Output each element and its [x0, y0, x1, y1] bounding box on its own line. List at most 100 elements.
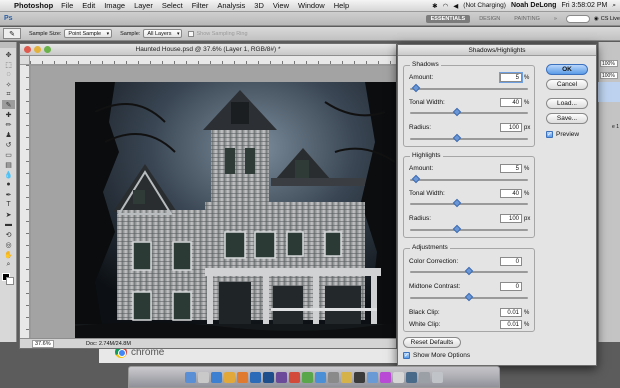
fill-field[interactable]: 100%	[600, 72, 618, 79]
healing-brush-tool-icon[interactable]: ✚	[2, 110, 15, 119]
brush-tool-icon[interactable]: ✏	[2, 120, 15, 129]
path-selection-tool-icon[interactable]: ➤	[2, 210, 15, 219]
white-clip-input[interactable]: 0.01	[500, 320, 522, 329]
shadows-amount-slider[interactable]	[410, 83, 528, 93]
app-menu[interactable]: Photoshop	[14, 1, 53, 10]
downloads-stack-icon[interactable]	[406, 371, 417, 383]
skype-icon[interactable]	[315, 371, 326, 383]
shadows-radius-slider[interactable]	[410, 133, 528, 143]
shadows-tonal-width-thumb[interactable]	[452, 107, 462, 117]
highlights-amount-slider[interactable]	[410, 174, 528, 184]
shape-tool-icon[interactable]: ▬	[2, 220, 15, 229]
highlights-tonal-width-thumb[interactable]	[452, 198, 462, 208]
canvas-area[interactable]	[31, 66, 396, 338]
show-more-options-checkbox[interactable]: ✓	[403, 352, 410, 359]
eyedropper-tool-icon[interactable]: ✎	[2, 100, 15, 109]
highlights-amount-thumb[interactable]	[411, 174, 421, 184]
menu-layer[interactable]: Layer	[134, 1, 153, 10]
dashboard-icon[interactable]	[198, 371, 209, 383]
battery-status[interactable]: (Not Charging)	[463, 2, 506, 9]
menu-image[interactable]: Image	[104, 1, 125, 10]
documents-stack-icon[interactable]	[419, 371, 430, 383]
highlights-amount-input[interactable]: 5	[500, 164, 522, 173]
chrome-dock-icon[interactable]	[367, 371, 378, 383]
3d-rotate-tool-icon[interactable]: ⟲	[2, 230, 15, 239]
workspace-more-icon[interactable]: »	[549, 15, 562, 23]
document-size-info[interactable]: Doc: 2.74M/24.8M	[86, 341, 131, 347]
ok-button[interactable]: OK	[546, 64, 588, 75]
spotlight-icon[interactable]: ⌕	[612, 2, 616, 10]
dialog-title[interactable]: Shadows/Highlights	[398, 45, 596, 56]
cancel-button[interactable]: Cancel	[546, 79, 588, 90]
workspace-essentials[interactable]: ESSENTIALS	[425, 14, 471, 23]
pen-tool-icon[interactable]: ✒	[2, 190, 15, 199]
midtone-contrast-thumb[interactable]	[464, 292, 474, 302]
3d-orbit-tool-icon[interactable]: ◎	[2, 240, 15, 249]
workspace-painting[interactable]: PAINTING	[509, 15, 545, 23]
layer-name-partial[interactable]: e 1	[612, 124, 619, 130]
opacity-field[interactable]: 100%	[600, 60, 618, 67]
firefox-icon[interactable]	[237, 371, 248, 383]
background-color-swatch[interactable]	[6, 277, 14, 285]
clone-stamp-tool-icon[interactable]: ♟	[2, 130, 15, 139]
menu-edit[interactable]: Edit	[82, 1, 95, 10]
tools-panel-grip[interactable]	[0, 42, 16, 48]
shadows-radius-thumb[interactable]	[452, 133, 462, 143]
quick-select-tool-icon[interactable]: ✧	[2, 80, 15, 89]
highlights-radius-slider[interactable]	[410, 224, 528, 234]
clock[interactable]: Fri 3:58:02 PM	[561, 2, 607, 9]
haunted-house-image[interactable]	[75, 82, 396, 338]
finder-icon[interactable]	[185, 371, 196, 383]
menu-3d[interactable]: 3D	[254, 1, 264, 10]
horizontal-ruler[interactable]	[30, 56, 396, 65]
bluetooth-icon[interactable]: ✱	[432, 2, 437, 10]
mail-icon[interactable]	[341, 371, 352, 383]
messages-icon[interactable]	[302, 371, 313, 383]
shadows-radius-input[interactable]: 100	[500, 123, 522, 132]
menu-help[interactable]: Help	[334, 1, 349, 10]
highlights-tonal-width-input[interactable]: 40	[500, 189, 522, 198]
history-brush-tool-icon[interactable]: ↺	[2, 140, 15, 149]
highlights-tonal-width-slider[interactable]	[410, 198, 528, 208]
save-button[interactable]: Save...	[546, 113, 588, 124]
lasso-tool-icon[interactable]: ◌	[2, 70, 15, 79]
tool-preset-picker[interactable]: ✎	[3, 28, 21, 39]
color-correction-slider[interactable]	[410, 266, 528, 276]
highlights-radius-input[interactable]: 100	[500, 214, 522, 223]
midtone-contrast-input[interactable]: 0	[500, 282, 522, 291]
user-name[interactable]: Noah DeLong	[511, 2, 557, 9]
cs-live-button[interactable]: ◉ CS Live	[594, 16, 620, 22]
word-icon[interactable]	[250, 371, 261, 383]
itunes-icon[interactable]	[276, 371, 287, 383]
vertical-ruler[interactable]	[20, 65, 30, 338]
shadows-tonal-width-input[interactable]: 40	[500, 98, 522, 107]
photoshop-icon[interactable]	[263, 371, 274, 383]
crop-tool-icon[interactable]: ⌗	[2, 90, 15, 99]
wifi-icon[interactable]: ◠	[443, 2, 449, 10]
calendar-icon[interactable]	[289, 371, 300, 383]
trash-icon[interactable]	[432, 371, 443, 383]
workspace-design[interactable]: DESIGN	[474, 15, 505, 23]
show-sampling-ring-checkbox[interactable]	[188, 30, 195, 37]
menu-select[interactable]: Select	[162, 1, 183, 10]
type-tool-icon[interactable]: T	[2, 200, 15, 209]
shadows-tonal-width-slider[interactable]	[410, 107, 528, 117]
color-correction-thumb[interactable]	[464, 266, 474, 276]
menu-filter[interactable]: Filter	[192, 1, 209, 10]
document-title-bar[interactable]: Haunted House.psd @ 37.6% (Layer 1, RGB/…	[20, 44, 396, 56]
gradient-tool-icon[interactable]: ▤	[2, 160, 15, 169]
load-button[interactable]: Load...	[546, 98, 588, 109]
sample-select[interactable]: All Layers	[143, 29, 183, 38]
system-preferences-icon[interactable]	[328, 371, 339, 383]
move-tool-icon[interactable]: ✥	[2, 50, 15, 59]
search-input[interactable]	[565, 14, 590, 23]
menu-file[interactable]: File	[61, 1, 73, 10]
selected-layer-row[interactable]	[598, 82, 620, 102]
color-correction-input[interactable]: 0	[500, 257, 522, 266]
midtone-contrast-slider[interactable]	[410, 292, 528, 302]
dodge-tool-icon[interactable]: ●	[2, 180, 15, 189]
hand-tool-icon[interactable]: ✋	[2, 250, 15, 259]
shadows-amount-thumb[interactable]	[411, 83, 421, 93]
preview-checkbox[interactable]: ✓	[546, 131, 553, 138]
menu-view[interactable]: View	[273, 1, 289, 10]
